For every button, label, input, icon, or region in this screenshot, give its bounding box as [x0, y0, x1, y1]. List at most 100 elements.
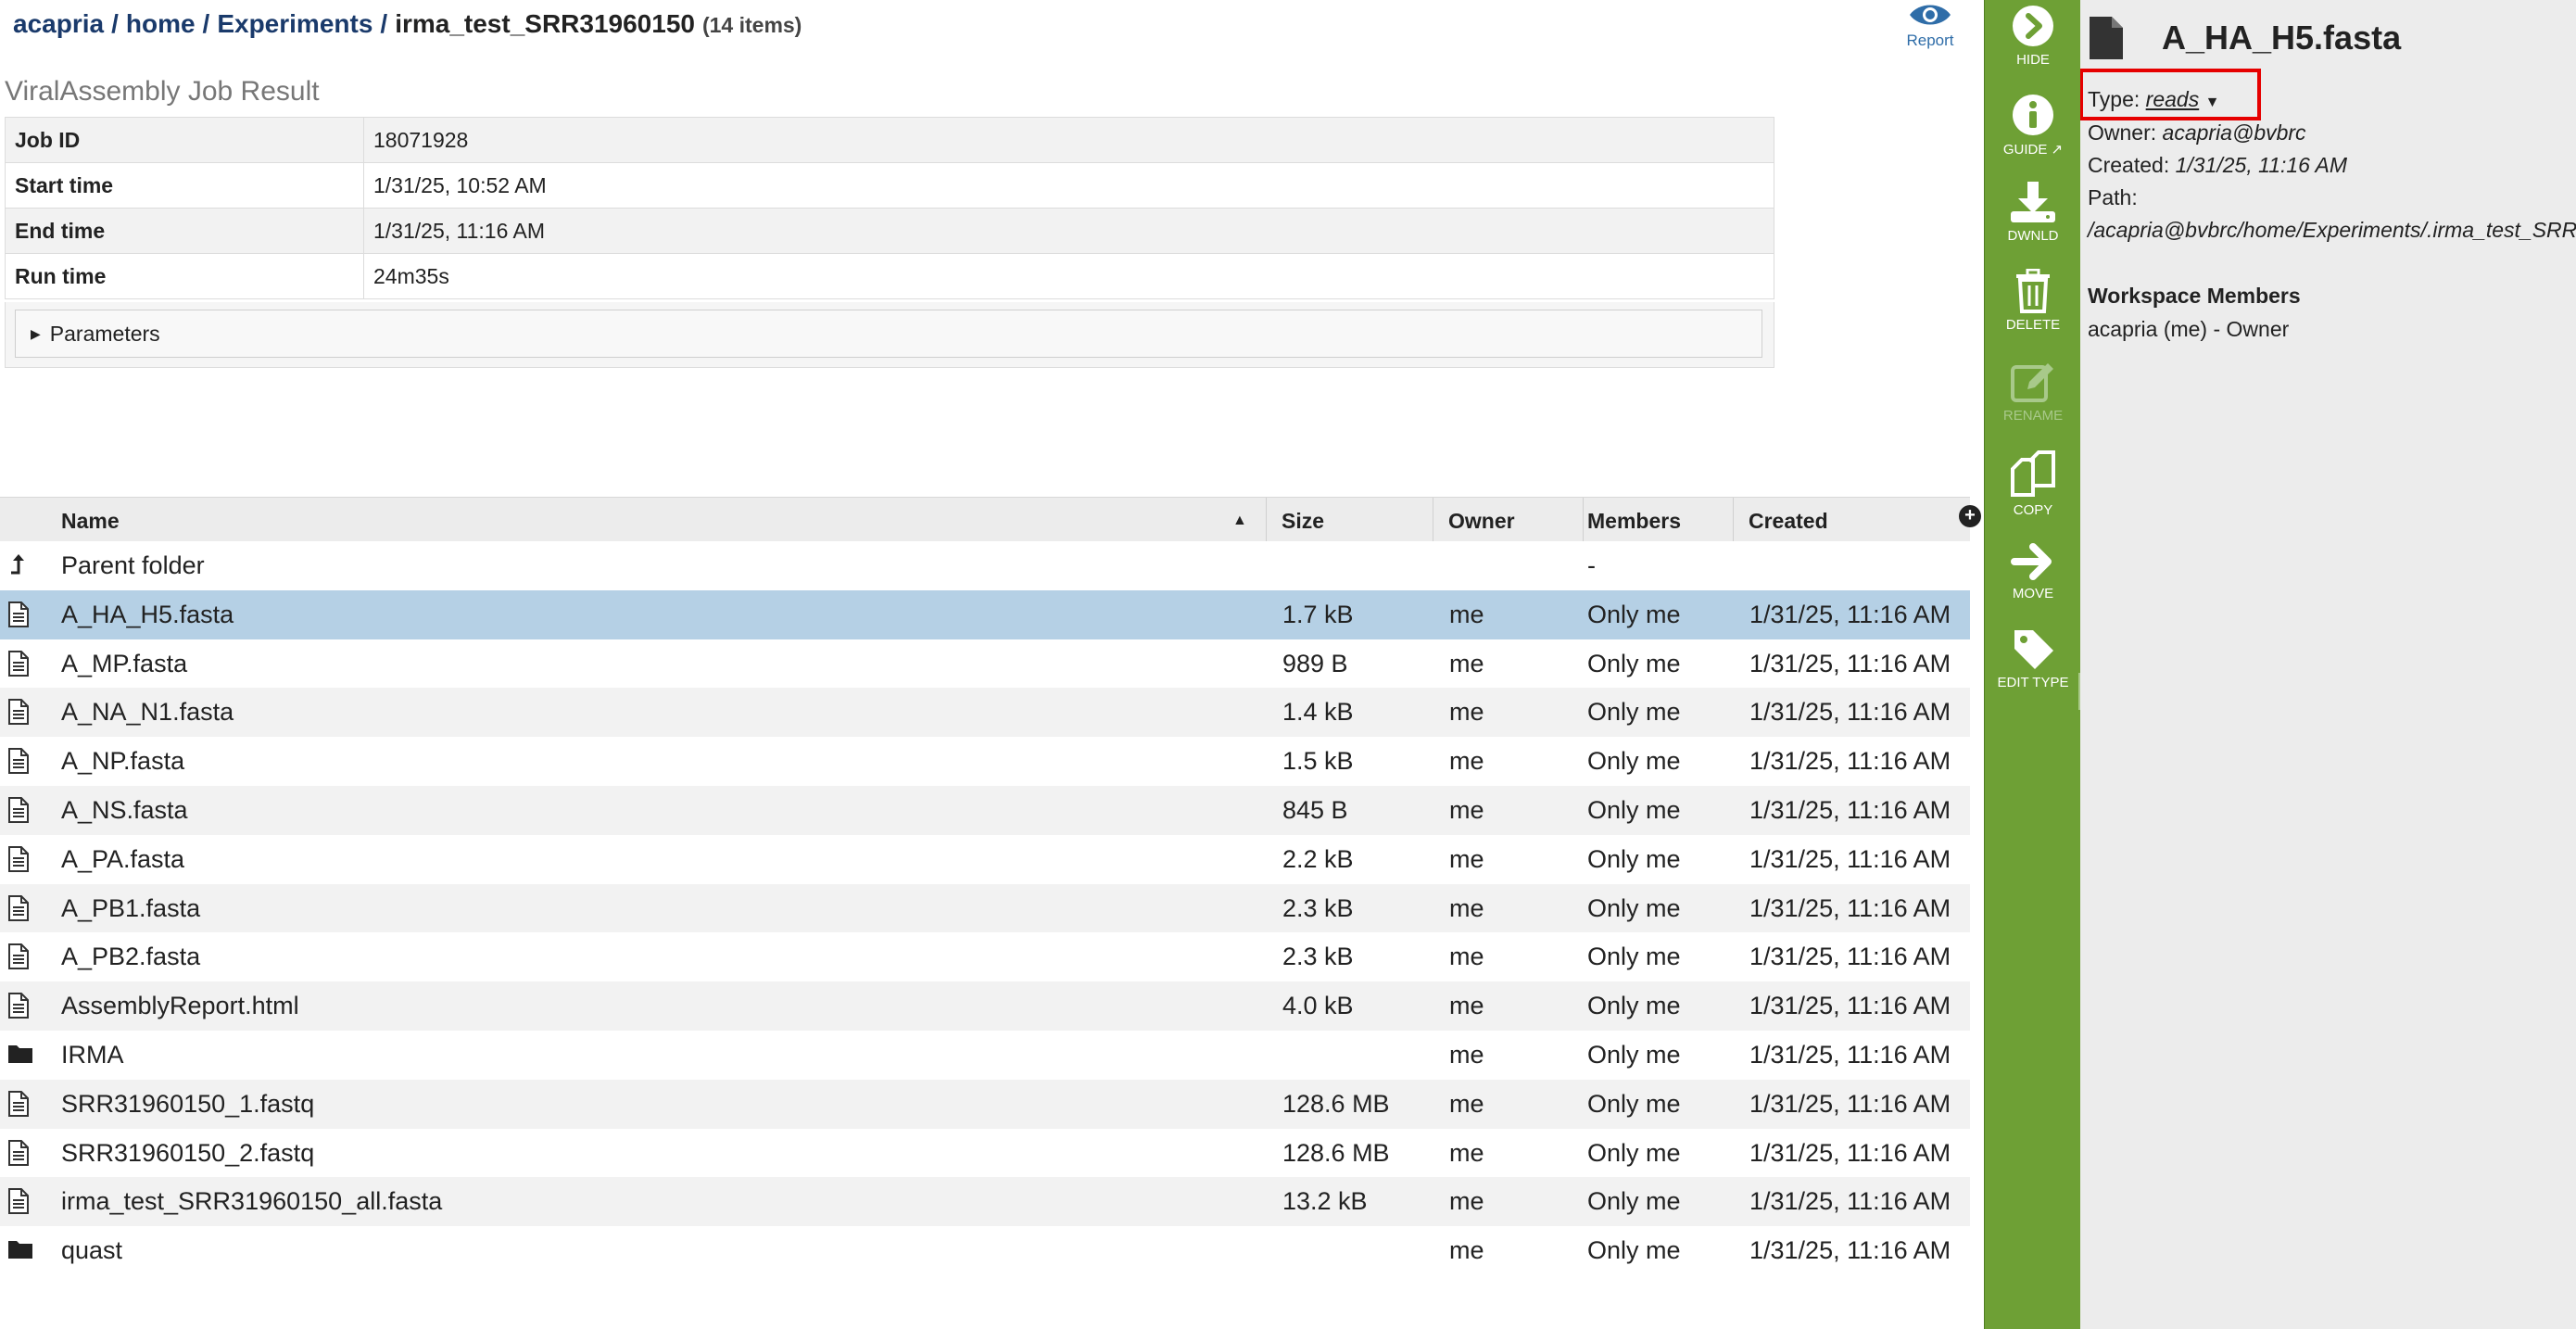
move-button[interactable]: MOVE: [1985, 541, 2081, 601]
file-icon: [7, 1188, 30, 1215]
row-name: Parent folder: [61, 551, 205, 579]
hide-button[interactable]: HIDE: [1985, 4, 2081, 68]
breadcrumb-separator: /: [111, 9, 119, 38]
row-size: 1.4 kB: [1282, 698, 1354, 727]
job-value: 1/31/25, 11:16 AM: [363, 208, 1774, 254]
workspace-members-heading: Workspace Members: [2088, 284, 2301, 308]
file-list: Parent folder - A_HA_H5.fasta 1.7 kB me Only …: [0, 541, 1970, 1275]
row-name: A_PB1.fasta: [61, 893, 201, 922]
row-members: Only me: [1587, 1089, 1681, 1118]
row-members: Only me: [1587, 893, 1681, 922]
created-value: 1/31/25, 11:16 AM: [2175, 153, 2348, 177]
hide-label: HIDE: [2016, 52, 2050, 68]
job-value: 1/31/25, 10:52 AM: [363, 162, 1774, 209]
breadcrumb-current: irma_test_SRR31960150: [395, 9, 695, 38]
file-icon: [2090, 17, 2123, 59]
table-row[interactable]: quast me Only me 1/31/25, 11:16 AM: [0, 1226, 1970, 1275]
row-name: A_MP.fasta: [61, 649, 188, 677]
table-row[interactable]: A_MP.fasta 989 B me Only me 1/31/25, 11:16 A…: [0, 639, 1970, 689]
parameters-container: ▶ Parameters: [5, 302, 1774, 368]
column-header-members[interactable]: Members: [1583, 498, 1733, 544]
row-members: Only me: [1587, 649, 1681, 677]
parameters-toggle[interactable]: ▶ Parameters: [15, 310, 1762, 358]
table-row[interactable]: A_NS.fasta 845 B me Only me 1/31/25, 11:16 A…: [0, 785, 1970, 835]
file-icon: [7, 601, 30, 627]
table-row[interactable]: A_PA.fasta 2.2 kB me Only me 1/31/25, 11:16 …: [0, 834, 1970, 884]
row-name: A_NP.fasta: [61, 747, 185, 776]
row-created: 1/31/25, 11:16 AM: [1749, 893, 1951, 922]
job-info-table: Job ID 18071928 Start time 1/31/25, 10:52 …: [5, 117, 1774, 299]
row-name: SRR31960150_1.fastq: [61, 1089, 315, 1118]
details-panel: A_HA_H5.fasta Type: reads ▼ Owner: acapr…: [2080, 0, 2576, 1329]
job-row: Start time 1/31/25, 10:52 AM: [5, 162, 1774, 209]
guide-button[interactable]: GUIDE ↗: [1985, 93, 2081, 158]
row-size: 2.2 kB: [1282, 844, 1354, 873]
path-value: /acapria@bvbrc/home/Experiments/.irma_te…: [2088, 218, 2576, 243]
details-title: A_HA_H5.fasta: [2162, 19, 2402, 57]
row-members: Only me: [1587, 844, 1681, 873]
external-link-icon: ↗: [2051, 142, 2064, 158]
file-icon: [7, 748, 30, 775]
column-header-size[interactable]: Size: [1266, 498, 1433, 544]
row-members: Only me: [1587, 698, 1681, 727]
row-name: A_HA_H5.fasta: [61, 600, 234, 628]
breadcrumb-experiments[interactable]: Experiments: [217, 9, 373, 38]
row-size: 845 B: [1282, 795, 1348, 824]
report-label: Report: [1906, 32, 1954, 49]
owner-value: acapria@bvbrc: [2162, 120, 2306, 145]
delete-button[interactable]: DELETE: [1985, 269, 2081, 333]
breadcrumb-home[interactable]: home: [126, 9, 196, 38]
type-value: reads: [2145, 87, 2200, 111]
row-size: 1.7 kB: [1282, 600, 1354, 628]
edit-type-button[interactable]: EDIT TYPE: [1985, 627, 2081, 690]
row-owner: me: [1449, 747, 1484, 776]
type-dropdown[interactable]: reads: [2146, 87, 2200, 111]
breadcrumb-user[interactable]: acapria: [13, 9, 104, 38]
breadcrumb-separator: /: [202, 9, 210, 38]
created-row: Created: 1/31/25, 11:16 AM: [2088, 153, 2347, 178]
table-row[interactable]: A_NP.fasta 1.5 kB me Only me 1/31/25, 11:16 …: [0, 737, 1970, 786]
row-created: 1/31/25, 11:16 AM: [1749, 1040, 1951, 1069]
path-text: /acapria@bvbrc/home/Experiments/.irma_te…: [2088, 218, 2576, 242]
column-header-owner[interactable]: Owner: [1433, 498, 1583, 544]
row-created: 1/31/25, 11:16 AM: [1749, 1138, 1951, 1167]
row-members: Only me: [1587, 1187, 1681, 1216]
job-row: End time 1/31/25, 11:16 AM: [5, 208, 1774, 254]
action-bar: HIDE GUIDE ↗ DWNLD DELETE RENAME COPY MO…: [1984, 0, 2081, 1329]
download-button[interactable]: DWNLD: [1985, 180, 2081, 244]
table-row[interactable]: Parent folder -: [0, 541, 1970, 590]
row-owner: me: [1449, 698, 1484, 727]
row-members: Only me: [1587, 992, 1681, 1020]
rename-label: RENAME: [2002, 408, 2064, 424]
add-column-icon[interactable]: +: [1959, 505, 1981, 527]
download-icon: [2011, 182, 2055, 222]
table-row[interactable]: SRR31960150_1.fastq 128.6 MB me Only me 1/31…: [0, 1079, 1970, 1129]
row-size: 128.6 MB: [1282, 1089, 1390, 1118]
eye-icon: [1910, 5, 1951, 25]
row-size: 128.6 MB: [1282, 1138, 1390, 1167]
type-label: Type:: [2088, 87, 2140, 111]
copy-button[interactable]: COPY: [1985, 450, 2081, 518]
table-row[interactable]: A_NA_N1.fasta 1.4 kB me Only me 1/31/25, 11:…: [0, 688, 1970, 738]
caret-down-icon[interactable]: ▼: [2205, 95, 2220, 110]
table-row[interactable]: A_PB2.fasta 2.3 kB me Only me 1/31/25, 11:16…: [0, 932, 1970, 982]
table-row[interactable]: SRR31960150_2.fastq 128.6 MB me Only me 1/31…: [0, 1128, 1970, 1178]
grid-header: Name ▲ Size Owner Members Created +: [0, 497, 1981, 545]
report-button[interactable]: Report: [1900, 0, 1961, 50]
rename-button[interactable]: RENAME: [1985, 360, 2081, 424]
job-row: Run time 24m35s: [5, 253, 1774, 299]
column-header-name[interactable]: Name: [46, 498, 1266, 544]
table-row[interactable]: AssemblyReport.html 4.0 kB me Only me 1/31/2…: [0, 981, 1970, 1031]
column-header-created[interactable]: Created: [1733, 498, 1970, 544]
owner-label: Owner:: [2088, 120, 2157, 145]
table-row[interactable]: A_PB1.fasta 2.3 kB me Only me 1/31/25, 11:16…: [0, 883, 1970, 933]
table-row[interactable]: A_HA_H5.fasta 1.7 kB me Only me 1/31/25, 11:…: [0, 589, 1970, 639]
owner-row: Owner: acapria@bvbrc: [2088, 120, 2306, 146]
path-label: Path:: [2088, 185, 2138, 209]
table-row[interactable]: irma_test_SRR31960150_all.fasta 13.2 kB me…: [0, 1177, 1970, 1227]
row-name: quast: [61, 1236, 123, 1265]
guide-label: GUIDE: [2002, 142, 2048, 158]
table-row[interactable]: IRMA me Only me 1/31/25, 11:16 AM: [0, 1030, 1970, 1080]
breadcrumb-separator: /: [380, 9, 388, 38]
file-icon: [7, 943, 30, 970]
